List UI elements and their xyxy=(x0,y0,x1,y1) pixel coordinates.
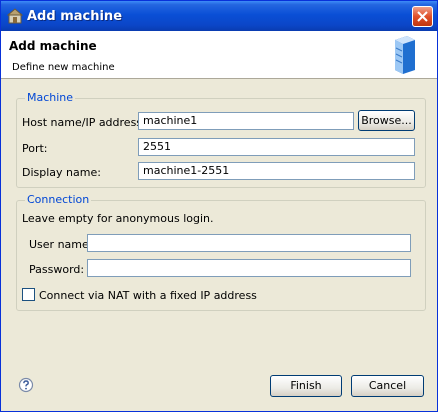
password-label: Password: xyxy=(29,263,85,276)
connection-group-title: Connection xyxy=(25,193,92,206)
port-label: Port: xyxy=(22,142,48,155)
host-label: Host name/IP address: xyxy=(22,116,146,129)
nat-checkbox-label[interactable]: Connect via NAT with a fixed IP address xyxy=(39,289,257,302)
nat-checkbox[interactable] xyxy=(22,288,35,301)
help-icon[interactable] xyxy=(18,377,34,393)
display-name-label: Display name: xyxy=(22,166,101,179)
host-input[interactable]: machine1 xyxy=(138,112,354,130)
username-label: User name: xyxy=(29,238,93,251)
anonymous-login-note: Leave empty for anonymous login. xyxy=(22,212,214,225)
title-bar[interactable]: Add machine xyxy=(1,1,437,31)
page-title: Add machine xyxy=(9,39,97,53)
password-input[interactable] xyxy=(87,259,411,277)
add-machine-dialog: Add machine Add machine Define new machi… xyxy=(0,0,438,412)
server-icon xyxy=(395,36,415,74)
close-icon xyxy=(417,11,428,22)
cancel-button[interactable]: Cancel xyxy=(351,375,424,397)
browse-button[interactable]: Browse... xyxy=(358,110,415,131)
machine-group-title: Machine xyxy=(25,91,76,104)
window-title: Add machine xyxy=(27,9,123,24)
close-button[interactable] xyxy=(412,6,433,27)
finish-button[interactable]: Finish xyxy=(270,375,342,397)
username-input[interactable] xyxy=(87,234,411,252)
port-input[interactable]: 2551 xyxy=(138,138,415,156)
page-subtitle: Define new machine xyxy=(12,62,115,73)
display-name-input[interactable]: machine1-2551 xyxy=(138,162,415,180)
app-icon xyxy=(6,8,24,24)
dialog-header: Add machine Define new machine xyxy=(1,31,437,79)
